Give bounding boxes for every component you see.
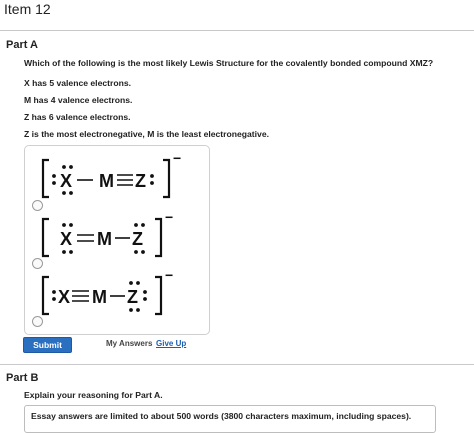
- lewis-structure-option-3: X M Z −: [41, 267, 173, 316]
- radio-option-2[interactable]: [32, 258, 43, 269]
- bracket-left: [41, 275, 49, 316]
- radio-option-3[interactable]: [32, 316, 43, 327]
- lewis-structures: X M Z − X M Z − X M Z −: [41, 150, 181, 316]
- bracket-left: [41, 217, 49, 258]
- radio-option-1[interactable]: [32, 200, 43, 211]
- divider: [0, 30, 474, 31]
- lone-pair-dot: [62, 223, 66, 227]
- my-answers-link[interactable]: My Answers: [106, 339, 152, 348]
- part-b-label: Part B: [6, 372, 39, 384]
- lone-pair-dot: [62, 250, 66, 254]
- bracket-right: [163, 158, 171, 199]
- answer-choices: X M Z − X M Z − X M Z −: [24, 145, 210, 335]
- divider: [0, 364, 474, 365]
- lone-pair-dot: [62, 191, 66, 195]
- essay-hint: Essay answers are limited to about 500 w…: [31, 411, 412, 421]
- lone-pair-dot: [141, 223, 145, 227]
- atom-z: Z: [132, 229, 143, 249]
- charge-minus: −: [173, 150, 181, 166]
- lone-pair-dot: [134, 250, 138, 254]
- lone-pair-dot: [52, 181, 56, 185]
- fact-z: Z has 6 valence electrons.: [24, 112, 131, 122]
- fact-m: M has 4 valence electrons.: [24, 95, 133, 105]
- bracket-right: [155, 217, 163, 258]
- essay-input[interactable]: Essay answers are limited to about 500 w…: [24, 405, 436, 433]
- lone-pair-dot: [141, 250, 145, 254]
- lone-pair-dot: [150, 174, 154, 178]
- lone-pair-dot: [52, 290, 56, 294]
- lone-pair-dot: [150, 181, 154, 185]
- lone-pair-dot: [62, 165, 66, 169]
- lone-pair-dot: [129, 308, 133, 312]
- question-text: Which of the following is the most likel…: [24, 58, 434, 68]
- submit-button[interactable]: Submit: [23, 337, 72, 353]
- lone-pair-dot: [136, 308, 140, 312]
- part-a-label: Part A: [6, 39, 38, 51]
- atom-z: Z: [135, 171, 146, 191]
- bracket-right: [155, 275, 163, 316]
- lone-pair-dot: [69, 191, 73, 195]
- charge-minus: −: [165, 267, 173, 283]
- lone-pair-dot: [69, 165, 73, 169]
- lewis-structure-option-1: X M Z −: [41, 150, 181, 199]
- lewis-structure-option-2: X M Z −: [41, 209, 173, 258]
- lone-pair-dot: [52, 174, 56, 178]
- give-up-link[interactable]: Give Up: [156, 339, 186, 348]
- lone-pair-dot: [69, 223, 73, 227]
- atom-x: X: [60, 229, 72, 249]
- atom-m: M: [92, 287, 107, 307]
- charge-minus: −: [165, 209, 173, 225]
- lone-pair-dot: [136, 281, 140, 285]
- fact-electronegativity: Z is the most electronegative, M is the …: [24, 129, 270, 139]
- lone-pair-dot: [52, 297, 56, 301]
- item-title: Item 12: [4, 1, 51, 17]
- lone-pair-dot: [143, 290, 147, 294]
- atom-z: Z: [127, 287, 138, 307]
- fact-x: X has 5 valence electrons.: [24, 78, 132, 88]
- atom-m: M: [97, 229, 112, 249]
- atom-x: X: [60, 171, 72, 191]
- part-b-prompt: Explain your reasoning for Part A.: [24, 390, 163, 400]
- atom-x: X: [58, 287, 70, 307]
- lone-pair-dot: [134, 223, 138, 227]
- atom-m: M: [99, 171, 114, 191]
- lone-pair-dot: [129, 281, 133, 285]
- bracket-left: [41, 158, 49, 199]
- lone-pair-dot: [143, 297, 147, 301]
- lone-pair-dot: [69, 250, 73, 254]
